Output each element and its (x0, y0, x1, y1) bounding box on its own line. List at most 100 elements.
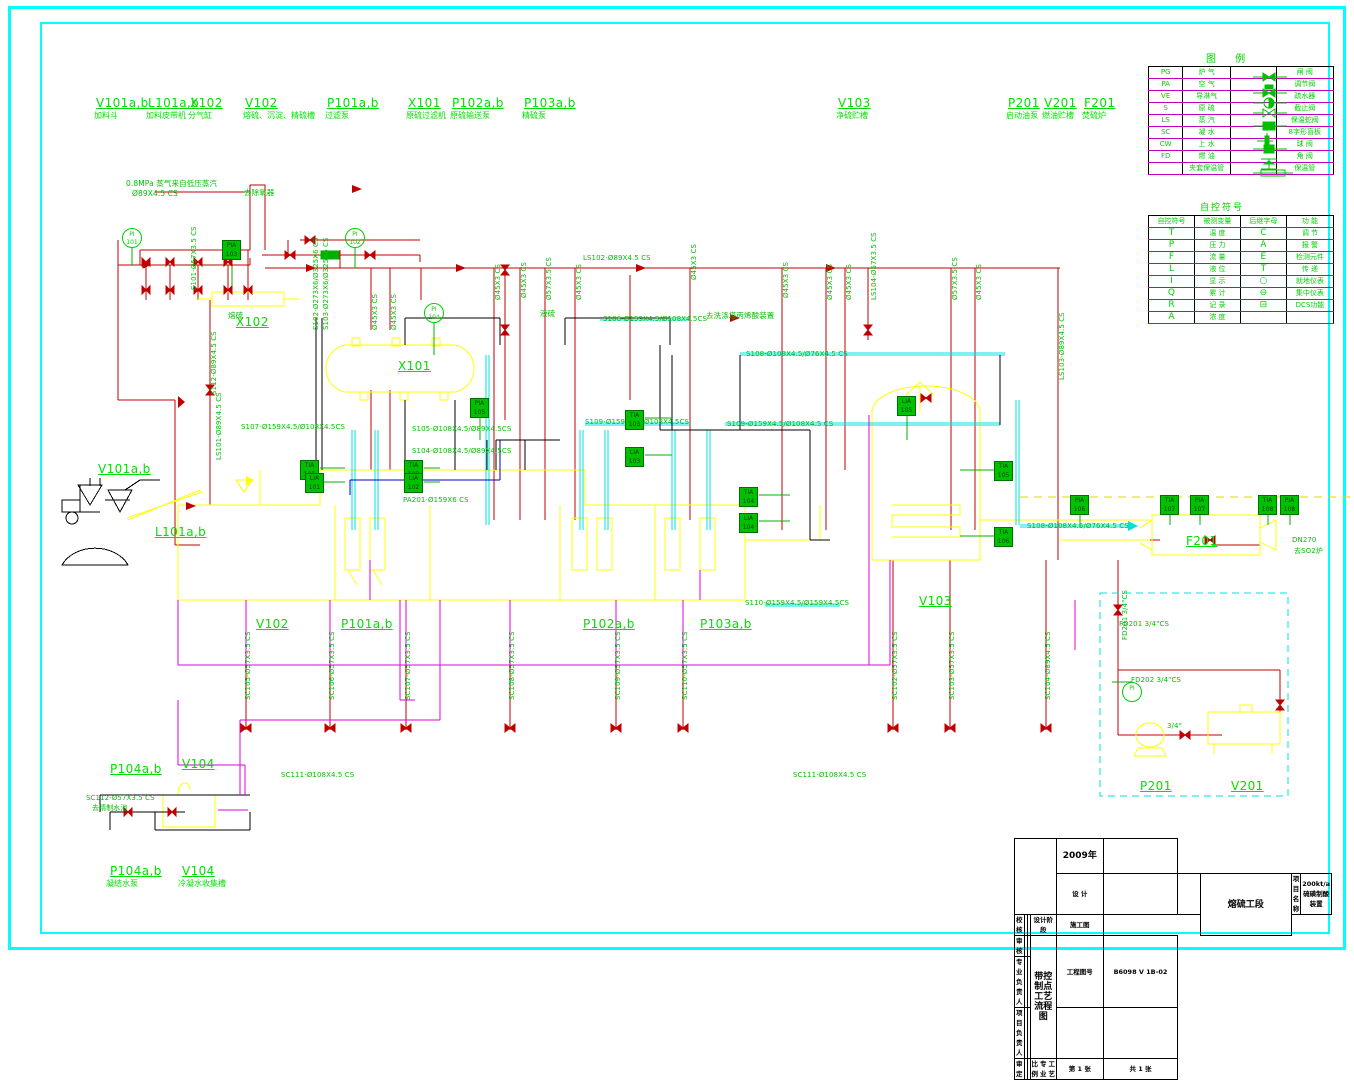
equipment-tag-V201: V201 (1044, 96, 1077, 110)
instrument-tag-letters: TIA (408, 462, 419, 469)
vertical-pipe-label: Ø45X3 CS (494, 263, 502, 300)
instrument-tag-letters: TIA (629, 412, 640, 419)
instrument-dcs-LIA103: LIA 103 (625, 447, 644, 467)
equipment-name-L101ab: 加料皮带机 (146, 111, 186, 120)
instr-legend-suffix: A (1239, 239, 1287, 252)
equipment-name-P103ab: 精硫泵 (522, 111, 546, 120)
foot-1: 专 业 (1040, 1060, 1047, 1078)
instrument-tag-letters: PIA (474, 400, 485, 407)
instrument-tag-letters: LIA (901, 398, 912, 405)
legend-row: PG 炉 气闸 阀 (1147, 66, 1335, 82)
vertical-pipe-label: Ø45X3 CS (390, 293, 398, 330)
instrument-tag-number: 101 (126, 239, 138, 246)
instr-legend-func (1285, 311, 1335, 324)
foot-4: 共 1 张 (1102, 1058, 1179, 1080)
instr-legend-suffix: ⊖ (1239, 287, 1287, 300)
title-year: 2009年 (1056, 838, 1104, 874)
instrument-tag-letters: PI (1129, 685, 1135, 692)
pipe-label: DN270 (1292, 536, 1317, 544)
pipe-label: S109-Ø159X4.5/Ø108X4.5 CS (727, 420, 834, 428)
instrument-tag-letters: PI (352, 231, 358, 238)
instr-legend-header: 自控符号 (1148, 215, 1195, 228)
equipment-tag-P102ab: P102a,b (452, 96, 504, 110)
instr-legend-row: Q累 计 ⊖ 集中仪表 (1148, 287, 1335, 300)
equipment-tag-X102: X102 (190, 96, 223, 110)
legend-row: PA 空 气调节阀 (1147, 78, 1335, 98)
instrument-tag-letters: PIA (1074, 497, 1085, 504)
instr-legend-suffix: ○ (1239, 275, 1287, 288)
legend-row: 夹套保温管 保温管 (1147, 162, 1335, 176)
instrument-tag-letters: LIA (743, 515, 754, 522)
inline-equipment-tag-P103ab: P103a,b (700, 617, 752, 631)
instr-legend-var: 压 力 (1193, 239, 1241, 252)
instr-legend-header: 被测变量 (1193, 215, 1241, 228)
vertical-pipe-label: S103-Ø273X6/Ø325X6 CS (322, 237, 330, 330)
vertical-pipe-label: FD201 3/4"CS (1121, 589, 1129, 640)
instrument-tag-number: 107 (1163, 506, 1176, 513)
project-value: 200kt/a硫磺制酸装置 (1300, 873, 1332, 915)
legend-row: VE 导淋气 疏水器 (1147, 90, 1335, 109)
instrument-tag-number: 105 (997, 472, 1010, 479)
instrument-tag-letters: LIA (309, 475, 320, 482)
legend-code: CW (1147, 138, 1184, 151)
instr-legend-sym: T (1148, 227, 1195, 240)
bottom-equipment-name-P104ab: 凝结水泵 (106, 879, 138, 888)
diagram-note: 去除氧器 (244, 188, 275, 197)
instrument-dcs-PIA106: PIA 106 (1070, 495, 1089, 515)
vertical-pipe-label: SC109-Ø57X3.5 CS (614, 631, 622, 700)
instrument-dcs-LIA105: LIA 105 (897, 396, 916, 416)
foot-3: 第 1 张 (1056, 1058, 1104, 1080)
instr-legend-var: 流 量 (1193, 251, 1241, 264)
vertical-pipe-label: LS103-Ø89X4.5 CS (1058, 312, 1066, 380)
instr-legend-func: 就地仪表 (1285, 275, 1335, 288)
instrument-bubble-PI: PI (1122, 682, 1142, 702)
instrument-bubble-PI101: PI 101 (122, 228, 142, 248)
vertical-pipe-label: S101-Ø57X3.5 CS (190, 226, 198, 290)
instr-legend-row: R记 录 ⊟ DCS功能 (1148, 299, 1335, 312)
pipe-label: FD202 3/4"CS (1131, 676, 1182, 684)
instr-legend-var: 累 计 (1193, 287, 1241, 300)
inline-equipment-tag-P104ab: P104a,b (110, 762, 162, 776)
instrument-tag-letters: LIA (629, 449, 640, 456)
vertical-pipe-label: Ø45X3 CS (520, 261, 528, 298)
equipment-tag-P101ab: P101a,b (327, 96, 379, 110)
inline-equipment-tag-L101ab: L101a,b (155, 525, 207, 539)
vertical-pipe-label: SC108-Ø57X3.5 CS (508, 631, 516, 700)
pipe-label: SC111-Ø108X4.5 CS (793, 771, 867, 779)
instr-legend-row: T温 度C调 节 (1148, 227, 1335, 240)
vertical-pipe-label: SC110-Ø57X3.5 CS (681, 631, 689, 700)
legend-fluid-name: 炉 气 (1182, 66, 1232, 79)
instrument-legend-table: 自控符号 被测变量 后继字母功 能 T温 度C调 节P压 力A报 警F流 量 E 检测元… (1148, 215, 1335, 324)
legend-fluid-name: 空 气 (1182, 78, 1232, 91)
instrument-tag-letters: TIA (304, 462, 315, 469)
inline-equipment-tag-V102: V102 (256, 617, 289, 631)
equipment-name-P201: 启动油泵 (1006, 111, 1038, 120)
instrument-tag-number: 104 (428, 314, 440, 321)
instrument-dcs-TIA105: TIA 105 (994, 461, 1013, 481)
pipe-label: 去精制水池 (92, 804, 128, 812)
vertical-pipe-label: Ø45X3 CS (975, 263, 983, 300)
inline-equipment-tag-V201: V201 (1231, 779, 1264, 793)
instrument-tag-number: 107 (1193, 506, 1206, 513)
diagram-note: Ø89X4.5 CS (132, 189, 178, 198)
legend-symbol-gate-valve-icon (1230, 66, 1288, 82)
instrument-dcs-LIA104: LIA 104 (739, 513, 758, 533)
instr-legend-sym: F (1148, 251, 1195, 264)
instrument-tag-letters: LIA (408, 475, 419, 482)
instrument-tag-letters: TIA (998, 463, 1009, 470)
instr-legend-func: 报 警 (1285, 239, 1335, 252)
vertical-pipe-label: Ø45X3 CS (690, 243, 698, 280)
equipment-tag-P201: P201 (1008, 96, 1040, 110)
instrument-tag-number: 103 (628, 421, 641, 428)
instrument-legend-title: 自控符号 (1200, 203, 1245, 213)
legend-row: S原 硫截止阀 (1147, 102, 1335, 118)
stage-value: 施工图 (1056, 914, 1104, 936)
equipment-name-V102: 熔硫、沉淀、精硫槽 (243, 111, 315, 120)
legend-row: SC 凝 水 8字形盲板 (1147, 126, 1335, 145)
instr-legend-sym: L (1148, 263, 1195, 276)
legend-fluid-name: 夹套保温管 (1182, 162, 1232, 175)
instrument-tag-number: 105 (900, 407, 913, 414)
diagram-note: 0.8MPa 蒸气来自低压蒸汽 (126, 179, 218, 188)
vertical-pipe-label: SC103-Ø57X3.5 CS (948, 631, 956, 700)
vertical-pipe-label: SC105-Ø57X3.5 CS (244, 631, 252, 700)
